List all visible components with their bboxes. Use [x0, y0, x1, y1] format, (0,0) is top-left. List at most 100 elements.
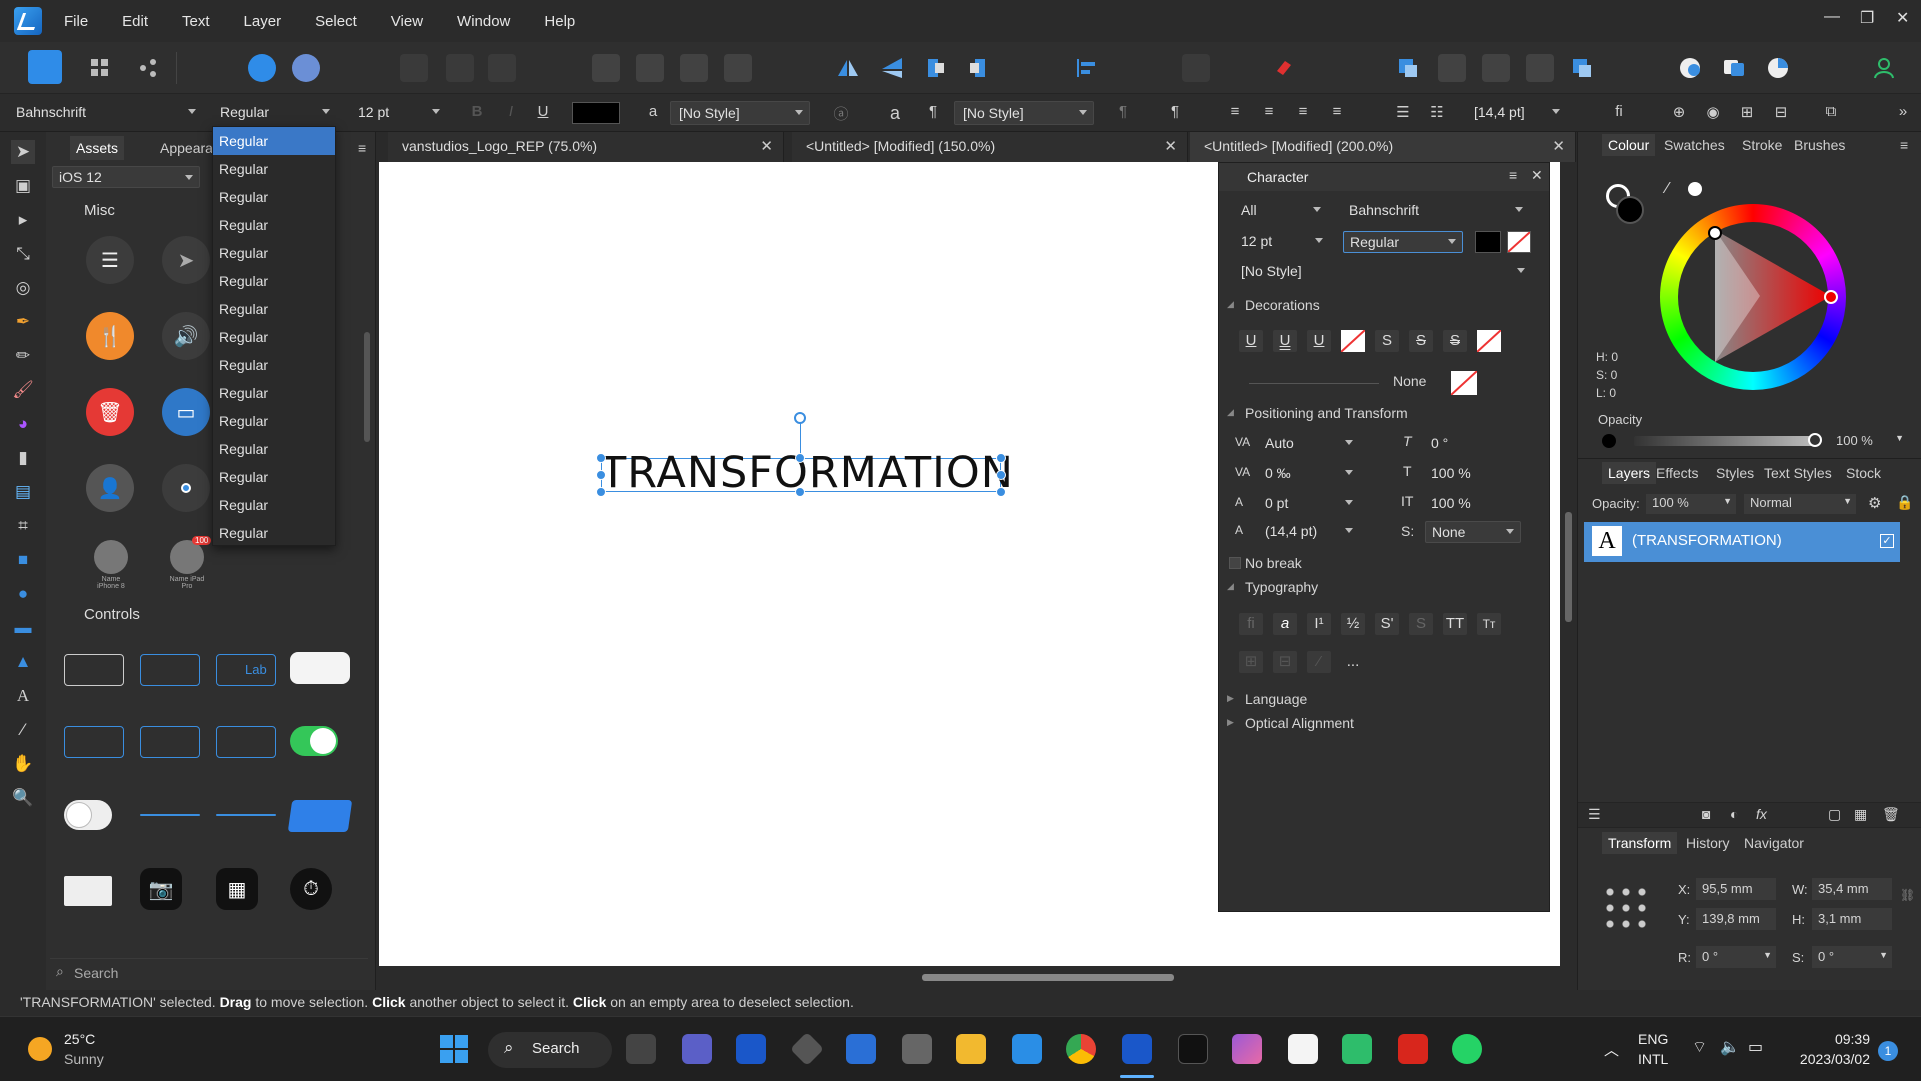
- layers-stack-icon[interactable]: ☰: [1588, 806, 1601, 823]
- justify-icon[interactable]: ≡: [1326, 103, 1348, 125]
- leading-dropdown[interactable]: [14,4 pt]: [1466, 101, 1566, 125]
- move-forward-icon[interactable]: [922, 54, 950, 82]
- move-back-icon[interactable]: [964, 54, 992, 82]
- para-style-edit-icon[interactable]: ¶: [1112, 103, 1134, 125]
- font-style-dropdown[interactable]: Regular: [212, 101, 336, 125]
- toggle-on-asset[interactable]: [290, 726, 338, 756]
- bold-icon[interactable]: B: [466, 103, 488, 125]
- maximize-icon[interactable]: ❐: [1860, 8, 1874, 28]
- align-icon[interactable]: [1072, 54, 1100, 82]
- align-left-icon[interactable]: ≡: [1224, 103, 1246, 125]
- double-underline-icon[interactable]: U: [1273, 330, 1297, 352]
- subscript-icon[interactable]: S: [1409, 613, 1433, 635]
- affinity-designer-logo[interactable]: [14, 7, 42, 35]
- link-icon[interactable]: ⛓: [1900, 888, 1915, 902]
- strike-icon[interactable]: S: [1375, 330, 1399, 352]
- snapping-options-icon[interactable]: [1226, 54, 1254, 82]
- start-icon[interactable]: [440, 1035, 468, 1063]
- tab-history[interactable]: History: [1680, 832, 1736, 854]
- style-option[interactable]: Regular: [213, 351, 335, 379]
- menu-select[interactable]: Select: [315, 13, 357, 30]
- designer-persona-icon[interactable]: [28, 50, 62, 84]
- handle-tl[interactable]: [596, 453, 606, 463]
- delete-layer-icon[interactable]: 🗑: [1882, 806, 1900, 823]
- group-icon[interactable]: ▦: [1854, 806, 1867, 823]
- place-image-icon[interactable]: ▤: [11, 480, 35, 504]
- horizontal-scale-field[interactable]: 100 %: [1425, 493, 1521, 515]
- point-transform-icon[interactable]: ⤡: [11, 242, 35, 266]
- rounded-rect-tool-icon[interactable]: ▬: [11, 616, 35, 640]
- italic-icon[interactable]: I: [500, 103, 522, 125]
- close-panel-icon[interactable]: ✕: [1531, 167, 1543, 184]
- bullet-list-icon[interactable]: ☰: [1392, 103, 1414, 125]
- baseline-field[interactable]: 0 pt: [1259, 493, 1359, 515]
- toggle-off-asset[interactable]: [64, 800, 112, 830]
- opacity-slider[interactable]: [1634, 436, 1814, 446]
- archive-asset-icon[interactable]: ▭: [162, 388, 210, 436]
- boolean-xor-icon[interactable]: [724, 54, 752, 82]
- style-option[interactable]: Regular: [213, 463, 335, 491]
- isolate-icon[interactable]: [446, 54, 474, 82]
- x-field[interactable]: 95,5 mm: [1696, 878, 1776, 900]
- close-tab-icon[interactable]: ✕: [1164, 137, 1177, 155]
- layer-d-icon[interactable]: [1526, 54, 1554, 82]
- anchor-point-grid[interactable]: [1602, 884, 1650, 932]
- close-tab-icon[interactable]: ✕: [1552, 137, 1565, 155]
- crop-tool-icon[interactable]: ⌗: [11, 514, 35, 538]
- paragraph-style-dropdown[interactable]: [No Style]: [954, 101, 1094, 125]
- ligature-icon[interactable]: fi: [1239, 613, 1263, 635]
- white-preset-icon[interactable]: [1688, 182, 1702, 196]
- affinity-taskbar-icon[interactable]: [1122, 1034, 1152, 1064]
- handle-bc[interactable]: [795, 487, 805, 497]
- terminal-icon[interactable]: [1178, 1034, 1208, 1064]
- ipad-avatar-icon[interactable]: [170, 540, 204, 574]
- style-option[interactable]: Regular: [213, 211, 335, 239]
- minimize-icon[interactable]: —: [1824, 8, 1840, 26]
- tracking-field[interactable]: 0 ‰: [1259, 463, 1359, 485]
- transparency-tool-icon[interactable]: ▮: [11, 446, 35, 470]
- weather-temp[interactable]: 25°C: [64, 1031, 95, 1047]
- cube-app-icon[interactable]: [790, 1032, 824, 1066]
- char-style-dropdown[interactable]: [No Style]: [1235, 261, 1531, 283]
- text-color-swatch[interactable]: [572, 102, 620, 124]
- wifi-icon[interactable]: ⌔: [1692, 1037, 1707, 1057]
- tab-styles[interactable]: Styles: [1710, 462, 1760, 484]
- asset-category-dropdown[interactable]: iOS 12: [52, 166, 200, 188]
- designer-taskbar-icon[interactable]: [736, 1034, 766, 1064]
- tab-transform[interactable]: Transform: [1602, 832, 1678, 854]
- strike-color-swatch[interactable]: [1476, 329, 1502, 353]
- notification-count-badge[interactable]: 1: [1878, 1041, 1898, 1061]
- panel-menu-icon[interactable]: ≡: [1894, 134, 1914, 156]
- layer-c-icon[interactable]: [1482, 54, 1510, 82]
- tab-doc-3[interactable]: <Untitled> [Modified] (200.0%) ✕: [1190, 132, 1576, 162]
- notepad-icon[interactable]: [1288, 1034, 1318, 1064]
- export-persona-icon[interactable]: [134, 54, 162, 82]
- pen-tool-icon[interactable]: ✒: [11, 310, 35, 334]
- style-option[interactable]: Regular: [213, 407, 335, 435]
- w-field[interactable]: 35,4 mm: [1812, 878, 1892, 900]
- photos-icon[interactable]: [1342, 1034, 1372, 1064]
- calculator-asset-icon[interactable]: ▦: [216, 868, 258, 910]
- contour-tool-icon[interactable]: ◎: [11, 276, 35, 300]
- ligature-icon[interactable]: fi: [1608, 103, 1630, 125]
- style-option[interactable]: Regular: [213, 323, 335, 351]
- boolean-add-icon[interactable]: [592, 54, 620, 82]
- style-option[interactable]: Regular: [213, 267, 335, 295]
- menu-layer[interactable]: Layer: [244, 13, 282, 30]
- clipchamp-icon[interactable]: [1232, 1034, 1262, 1064]
- blue-button-asset[interactable]: [287, 800, 353, 832]
- text-tool-icon[interactable]: A: [11, 684, 35, 708]
- lang-code[interactable]: ENG: [1638, 1031, 1668, 1047]
- handle-bl[interactable]: [596, 487, 606, 497]
- handle-tr[interactable]: [996, 453, 1006, 463]
- iphone-avatar-icon[interactable]: [94, 540, 128, 574]
- field-asset[interactable]: [140, 726, 200, 758]
- colour-wheel[interactable]: [1660, 204, 1846, 390]
- character-style-dropdown[interactable]: [No Style]: [670, 101, 810, 125]
- volume-asset-icon[interactable]: 🔊: [162, 312, 210, 360]
- fill-tool-icon[interactable]: ◕: [11, 412, 35, 436]
- white-card-asset[interactable]: [290, 652, 350, 684]
- pencil-tool-icon[interactable]: ✏: [11, 344, 35, 368]
- timer-asset-icon[interactable]: ⏱: [290, 868, 332, 910]
- style-dropdown[interactable]: Regular: [1343, 231, 1463, 253]
